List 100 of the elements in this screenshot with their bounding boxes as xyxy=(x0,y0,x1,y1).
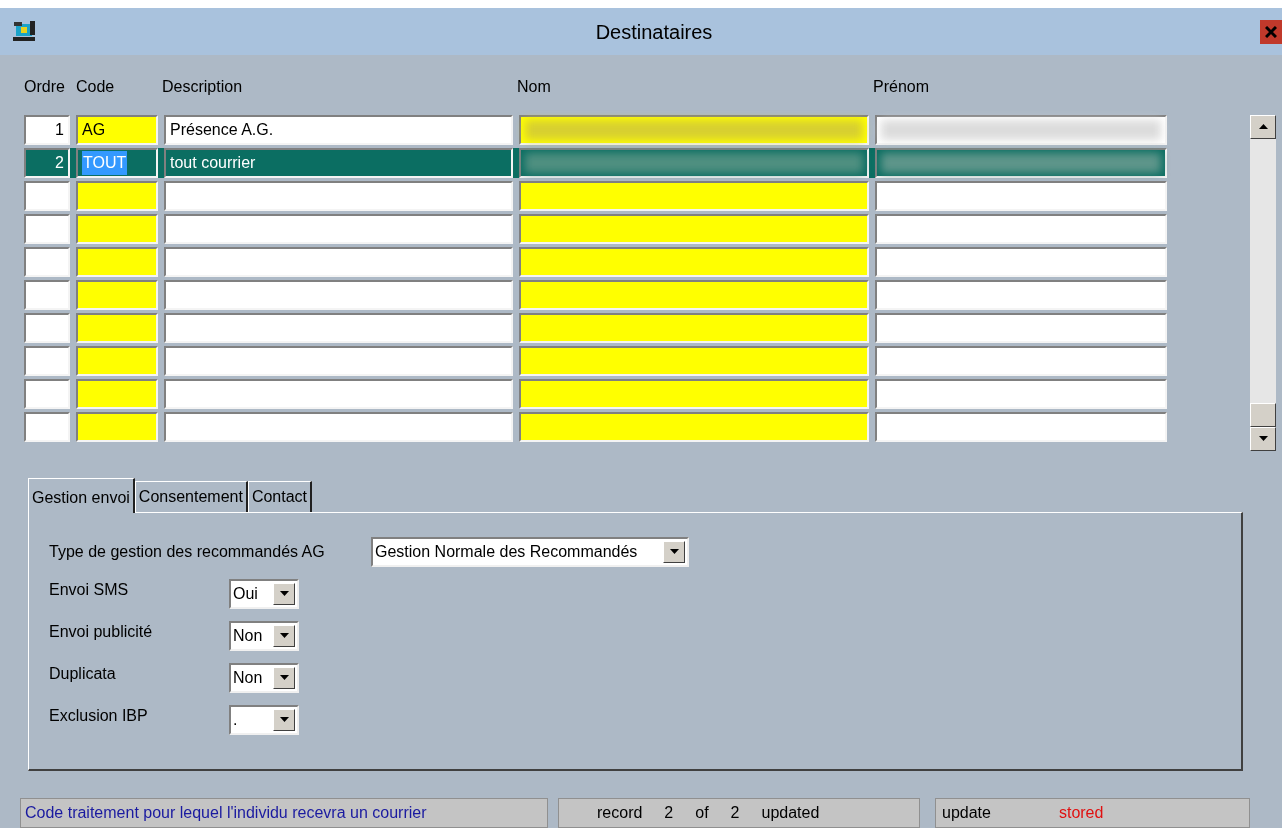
order-cell[interactable] xyxy=(24,213,70,244)
code-cell[interactable] xyxy=(76,312,158,343)
name-cell[interactable] xyxy=(519,378,869,409)
name-cell[interactable] xyxy=(519,213,869,244)
name-cell[interactable] xyxy=(519,246,869,277)
dropdown-button[interactable] xyxy=(273,708,295,731)
column-header: Description xyxy=(162,77,244,97)
name-cell[interactable] xyxy=(519,114,869,145)
down-arrow-icon xyxy=(279,633,289,638)
first-name-cell[interactable] xyxy=(875,213,1167,244)
dropdown[interactable]: Gestion Normale des Recommandés xyxy=(371,536,689,567)
table-row[interactable] xyxy=(24,312,1167,343)
dropdown-value: Oui xyxy=(232,583,259,604)
order-cell[interactable] xyxy=(24,246,70,277)
description-cell[interactable] xyxy=(164,279,513,310)
tab[interactable]: Contact xyxy=(247,480,313,512)
description-cell[interactable] xyxy=(164,345,513,376)
name-cell[interactable] xyxy=(519,312,869,343)
table-row[interactable]: 1 AG Présence A.G. xyxy=(24,114,1167,145)
dropdown[interactable]: Oui xyxy=(229,578,299,609)
record-text: of xyxy=(695,803,709,823)
column-header: Prénom xyxy=(873,77,931,97)
description-text: tout courrier xyxy=(170,152,256,173)
description-cell[interactable]: Présence A.G. xyxy=(164,114,513,145)
down-arrow-icon xyxy=(279,591,289,596)
window-title: Destinataires xyxy=(594,19,714,45)
description-cell[interactable] xyxy=(164,213,513,244)
close-icon xyxy=(1265,25,1277,38)
down-arrow-icon xyxy=(279,717,289,722)
description-cell[interactable] xyxy=(164,246,513,277)
code-cell[interactable] xyxy=(76,411,158,442)
dropdown-value: Non xyxy=(232,625,264,646)
field-label: Envoi publicité xyxy=(49,621,154,642)
table-row[interactable] xyxy=(24,411,1167,442)
order-cell[interactable] xyxy=(24,411,70,442)
dropdown-button[interactable] xyxy=(273,624,295,647)
order-cell[interactable] xyxy=(24,378,70,409)
order-cell[interactable] xyxy=(24,180,70,211)
order-cell[interactable] xyxy=(24,279,70,310)
code-cell[interactable]: AG xyxy=(76,114,158,145)
description-text: Présence A.G. xyxy=(170,119,274,140)
field-label: Envoi SMS xyxy=(49,579,130,600)
status-message: Code traitement pour lequel l'individu recevra un courrier xyxy=(25,803,427,823)
description-cell[interactable] xyxy=(164,312,513,343)
code-cell[interactable] xyxy=(76,378,158,409)
description-cell[interactable]: tout courrier xyxy=(164,147,513,178)
tab[interactable]: Gestion envoi xyxy=(28,477,135,513)
table-row[interactable]: 2 TOUT tout courrier xyxy=(24,147,1167,178)
code-cell[interactable] xyxy=(76,213,158,244)
first-name-cell[interactable] xyxy=(875,378,1167,409)
first-name-cell[interactable] xyxy=(875,279,1167,310)
name-cell[interactable] xyxy=(519,147,869,178)
down-arrow-icon xyxy=(1258,436,1268,442)
code-text: AG xyxy=(82,119,106,140)
table-row[interactable] xyxy=(24,378,1167,409)
code-cell[interactable] xyxy=(76,279,158,310)
field-label: Type de gestion des recommandés AG xyxy=(49,541,326,562)
first-name-cell[interactable] xyxy=(875,147,1167,178)
description-cell[interactable] xyxy=(164,180,513,211)
dropdown[interactable]: Non xyxy=(229,662,299,693)
first-name-cell[interactable] xyxy=(875,345,1167,376)
first-name-cell[interactable] xyxy=(875,180,1167,211)
scrollbar[interactable] xyxy=(1250,114,1276,451)
table-row[interactable] xyxy=(24,279,1167,310)
dropdown-value: Non xyxy=(232,667,264,688)
table-row[interactable] xyxy=(24,345,1167,376)
order-cell[interactable] xyxy=(24,312,70,343)
down-arrow-icon xyxy=(669,549,679,554)
table-row[interactable] xyxy=(24,246,1167,277)
table-row[interactable] xyxy=(24,213,1167,244)
first-name-cell[interactable] xyxy=(875,312,1167,343)
close-button[interactable] xyxy=(1260,19,1282,44)
name-cell[interactable] xyxy=(519,279,869,310)
first-name-cell[interactable] xyxy=(875,411,1167,442)
code-cell[interactable] xyxy=(76,246,158,277)
name-cell[interactable] xyxy=(519,345,869,376)
code-cell[interactable] xyxy=(76,180,158,211)
record-text: updated xyxy=(761,803,820,823)
dropdown[interactable]: . xyxy=(229,704,299,735)
description-cell[interactable] xyxy=(164,378,513,409)
description-cell[interactable] xyxy=(164,411,513,442)
scroll-thumb[interactable] xyxy=(1250,402,1276,427)
order-cell[interactable]: 2 xyxy=(24,147,70,178)
code-cell[interactable] xyxy=(76,345,158,376)
record-text: 2 xyxy=(664,803,674,823)
order-cell[interactable]: 1 xyxy=(24,114,70,145)
dropdown[interactable]: Non xyxy=(229,620,299,651)
order-cell[interactable] xyxy=(24,345,70,376)
dropdown-button[interactable] xyxy=(273,666,295,689)
first-name-cell[interactable] xyxy=(875,114,1167,145)
column-header: Ordre xyxy=(24,77,66,97)
dropdown-button[interactable] xyxy=(663,540,685,563)
table-row[interactable] xyxy=(24,180,1167,211)
app-icon xyxy=(12,19,38,44)
name-cell[interactable] xyxy=(519,180,869,211)
first-name-cell[interactable] xyxy=(875,246,1167,277)
dropdown-button[interactable] xyxy=(273,582,295,605)
tab[interactable]: Consentement xyxy=(134,480,248,512)
column-header: Nom xyxy=(517,77,552,97)
name-cell[interactable] xyxy=(519,411,869,442)
